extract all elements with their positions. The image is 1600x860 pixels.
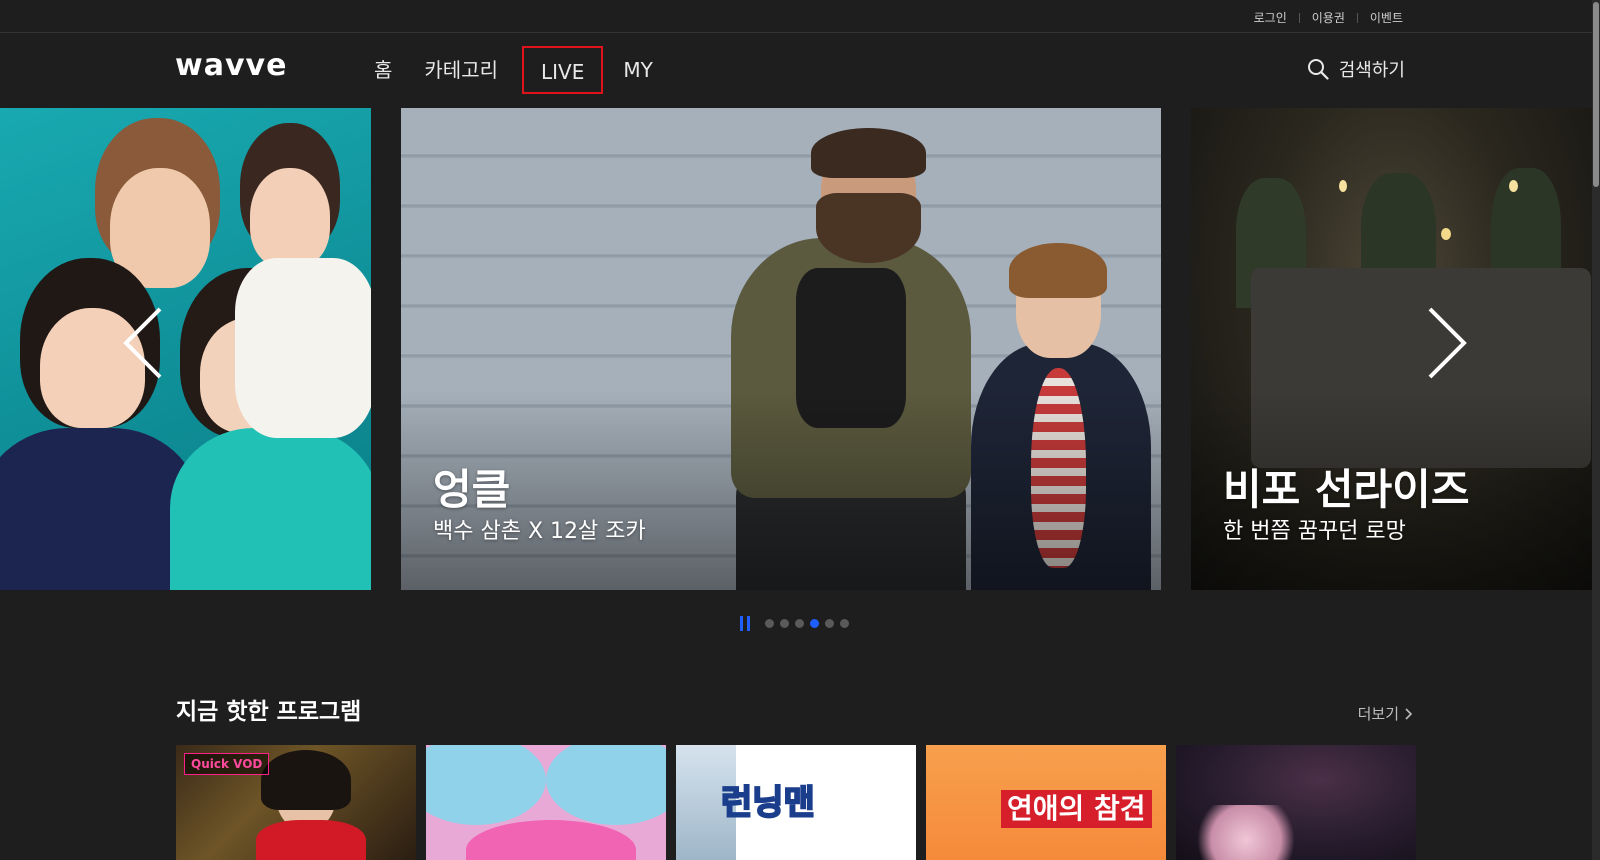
carousel-dot[interactable] (765, 619, 774, 628)
login-link[interactable]: 로그인 (1254, 9, 1287, 26)
utility-links: 로그인 이용권 이벤트 (1254, 9, 1403, 26)
section-title: 지금 핫한 프로그램 (176, 699, 362, 725)
program-thumbnail[interactable]: Quick VOD (176, 745, 416, 860)
person-shape (811, 128, 926, 178)
program-thumbnail[interactable] (1176, 745, 1416, 860)
light-shape (1339, 180, 1347, 192)
chevron-right-icon (1428, 307, 1467, 379)
program-thumbnail[interactable]: 런닝맨 (676, 745, 916, 860)
running-man-logo: 런닝맨 (720, 782, 816, 824)
event-link[interactable]: 이벤트 (1370, 9, 1403, 26)
chevron-left-icon (123, 307, 162, 379)
pause-icon (740, 616, 743, 631)
program-thumbnail[interactable] (426, 745, 666, 860)
nav-my[interactable]: MY (609, 46, 666, 94)
more-button[interactable]: 더보기 (1358, 703, 1413, 724)
search-icon (1307, 59, 1329, 80)
pause-icon (747, 616, 750, 631)
pause-button[interactable] (740, 616, 754, 631)
page: 로그인 이용권 이벤트 wavve 홈 카테고리 LIVE MY 검색하기 엉클… (0, 0, 1600, 860)
carousel-dot[interactable] (780, 619, 789, 628)
carousel-slide-right[interactable]: 비포 선라이즈 한 번쯤 꿈꾸던 로망 (1191, 108, 1592, 590)
page-scrollbar[interactable] (1592, 0, 1600, 860)
slide-title: 엉클 (433, 465, 511, 514)
person-shape (1009, 243, 1107, 298)
hero-carousel: 엉클 백수 삼촌 X 12살 조카 비포 선라이즈 한 번쯤 꿈꾸던 로망 (0, 108, 1600, 590)
main-header: wavve 홈 카테고리 LIVE MY 검색하기 (0, 34, 1600, 106)
hair-shape (261, 750, 351, 810)
scrollbar-thumb[interactable] (1593, 2, 1599, 187)
nav-live[interactable]: LIVE (522, 46, 604, 94)
search-button[interactable]: 검색하기 (1307, 56, 1405, 82)
carousel-prev-button[interactable] (118, 303, 178, 383)
slide-subtitle: 백수 삼촌 X 12살 조카 (433, 519, 646, 544)
carousel-indicators (740, 616, 852, 631)
main-nav: 홈 카테고리 LIVE MY (360, 46, 671, 94)
slide-title: 비포 선라이즈 (1223, 465, 1470, 514)
show-logo: 연애의 참견 (1001, 790, 1152, 828)
person-shape (250, 168, 330, 268)
blob-shape (466, 820, 636, 860)
person-shape (170, 428, 371, 590)
subscription-link[interactable]: 이용권 (1312, 9, 1345, 26)
divider (1356, 12, 1358, 23)
carousel-dot-active[interactable] (810, 619, 819, 628)
dress-shape (256, 820, 366, 860)
nav-category[interactable]: 카테고리 (410, 46, 512, 94)
blob-shape (546, 745, 666, 825)
nav-home[interactable]: 홈 (360, 46, 406, 94)
light-shape (1509, 180, 1518, 192)
program-thumbnail[interactable]: 연애의 참견 (926, 745, 1166, 860)
blossom-shape (1186, 805, 1306, 860)
search-label: 검색하기 (1338, 60, 1405, 81)
light-shape (1441, 228, 1451, 240)
carousel-next-button[interactable] (1412, 303, 1472, 383)
quick-vod-badge: Quick VOD (184, 753, 270, 775)
blob-shape (426, 745, 546, 825)
slide-shade (401, 390, 1161, 590)
carousel-slide-left[interactable] (0, 108, 371, 590)
carousel-dot[interactable] (840, 619, 849, 628)
divider (1298, 12, 1300, 23)
chevron-right-icon (1405, 707, 1413, 720)
carousel-dot[interactable] (825, 619, 834, 628)
wavve-logo[interactable]: wavve (175, 48, 287, 83)
person-shape (816, 193, 921, 263)
carousel-slide-active[interactable]: 엉클 백수 삼촌 X 12살 조카 (401, 108, 1161, 590)
slide-subtitle: 한 번쯤 꿈꾸던 로망 (1223, 519, 1406, 544)
utility-bar: 로그인 이용권 이벤트 (0, 0, 1600, 33)
program-row: Quick VOD 런닝맨 연애의 참견 (176, 745, 1416, 860)
carousel-dot[interactable] (795, 619, 804, 628)
person-shape (235, 258, 371, 438)
more-label: 더보기 (1357, 705, 1399, 723)
